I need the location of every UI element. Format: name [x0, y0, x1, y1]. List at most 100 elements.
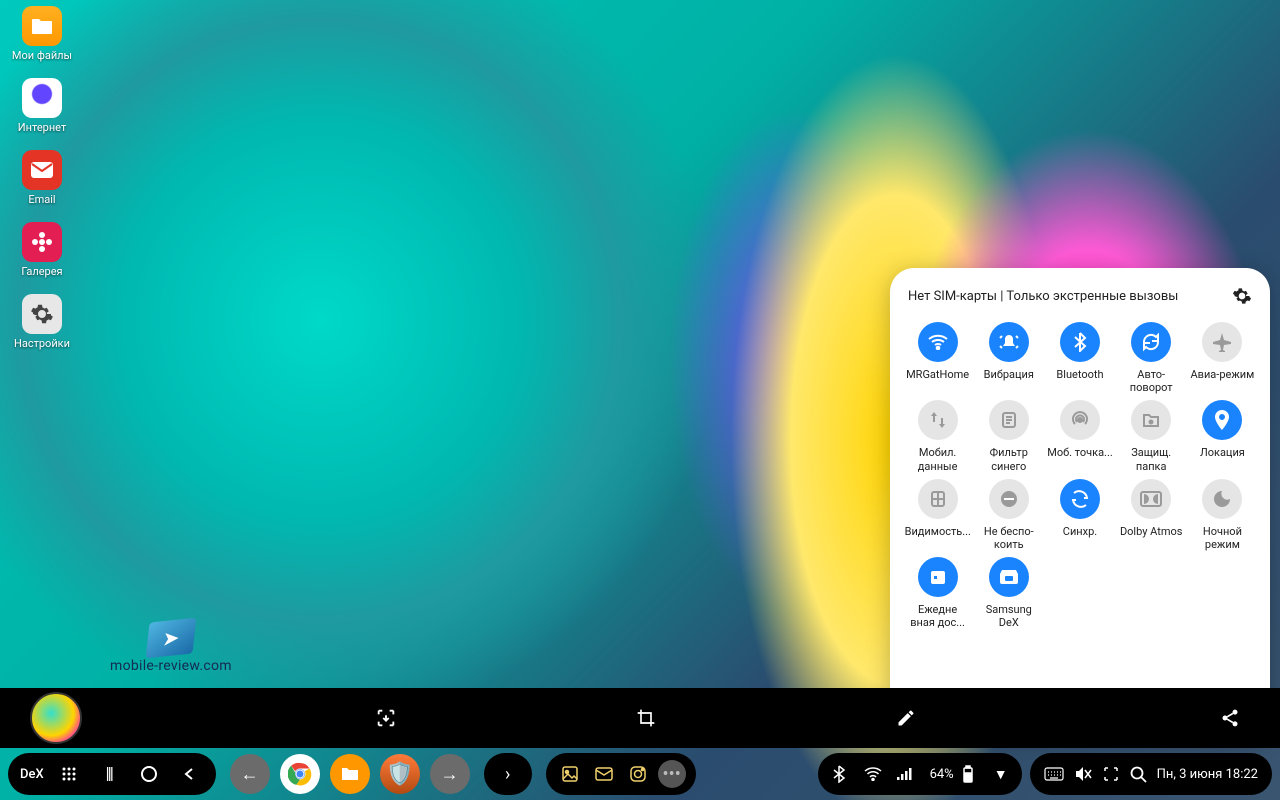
qs-tile-label: Фильтр синего [976, 446, 1042, 472]
taskbar-tray-pill: ••• [546, 753, 696, 795]
qs-tile-dolby[interactable]: Dolby Atmos [1118, 479, 1185, 551]
qs-tile-dnd[interactable]: Не беспо-коить [975, 479, 1042, 551]
qs-tile-bluefilter[interactable]: Фильтр синего [975, 400, 1042, 472]
rotate-icon [1131, 322, 1171, 362]
qs-tile-dex[interactable]: Samsung DeX [975, 557, 1042, 629]
qs-tile-secure[interactable]: Защищ. папка [1118, 400, 1185, 472]
recents-icon[interactable]: ||| [90, 755, 128, 793]
qs-tile-label: Защищ. папка [1118, 446, 1184, 472]
taskbar-app-game[interactable]: 🛡️ [380, 754, 420, 794]
chevron-right-icon[interactable]: › [494, 760, 522, 788]
qs-tile-label: Вибрация [984, 368, 1034, 394]
bluetooth-icon [832, 765, 858, 783]
taskbar-app-chrome[interactable] [280, 754, 320, 794]
secure-icon [1131, 400, 1171, 440]
qs-tile-rotate[interactable]: Авто-поворот [1118, 322, 1185, 394]
dolby-icon [1131, 479, 1171, 519]
search-icon[interactable] [1130, 766, 1147, 783]
bluetooth-icon [1060, 322, 1100, 362]
battery-text: 64% [930, 767, 954, 782]
taskbar-expand-cluster: › [484, 753, 532, 795]
bluefilter-icon [989, 400, 1029, 440]
qs-tile-sync[interactable]: Синхр. [1046, 479, 1113, 551]
apps-grid-icon[interactable] [50, 755, 88, 793]
screenshot-thumbnail[interactable] [30, 692, 82, 744]
qs-tile-wifi[interactable]: MRGatHome [904, 322, 971, 394]
sim-status-text: Нет SIM-карты | Только экстренные вызовы [908, 289, 1178, 304]
qs-tile-hotspot[interactable]: Моб. точка... [1046, 400, 1113, 472]
vibrate-icon [989, 322, 1029, 362]
desktop-icon-internet[interactable]: Интернет [6, 78, 78, 134]
watermark: ➤ mobile-review.com [110, 620, 232, 674]
qs-tile-bluetooth[interactable]: Bluetooth [1046, 322, 1113, 394]
desktop-icon-label: Настройки [14, 338, 70, 350]
visibility-icon [918, 479, 958, 519]
screenshot-icon[interactable] [1102, 765, 1120, 783]
battery-icon [962, 765, 988, 783]
qs-tile-night[interactable]: Ночной режим [1189, 479, 1256, 551]
scroll-capture-icon[interactable] [366, 698, 406, 738]
qs-tile-label: Локация [1200, 446, 1245, 472]
dnd-icon [989, 479, 1029, 519]
instagram-icon[interactable] [624, 760, 652, 788]
edit-pencil-icon[interactable] [886, 698, 926, 738]
qs-tile-vibrate[interactable]: Вибрация [975, 322, 1042, 394]
qs-tile-label: Мобил. данные [905, 446, 971, 472]
settings-gear-icon[interactable] [1232, 286, 1252, 306]
daily-icon [918, 557, 958, 597]
data-icon [918, 400, 958, 440]
airplane-icon [1202, 322, 1242, 362]
share-icon[interactable] [1210, 698, 1250, 738]
qs-tile-label: Не беспо-коить [976, 525, 1042, 551]
sync-icon [1060, 479, 1100, 519]
image-icon[interactable] [556, 760, 584, 788]
qs-tile-daily[interactable]: Ежедне вная дос... [904, 557, 971, 629]
desktop-icon-label: Мои файлы [12, 50, 72, 62]
taskbar-app-forward[interactable]: → [430, 754, 470, 794]
back-icon[interactable] [170, 755, 208, 793]
clock-pill[interactable]: Пн, 3 июня 18:22 [1030, 753, 1272, 795]
signal-icon [896, 767, 922, 781]
desktop-icon-files[interactable]: Мои файлы [6, 6, 78, 62]
desktop-icon-label: Интернет [18, 122, 66, 134]
taskbar-app-back[interactable]: ← [230, 754, 270, 794]
qs-tile-label: Ночной режим [1189, 525, 1255, 551]
qs-tile-visibility[interactable]: Видимость... [904, 479, 971, 551]
dex-label[interactable]: DeX [20, 767, 44, 782]
desktop-icon-label: Галерея [21, 266, 62, 278]
taskbar-apps: ← 🛡️ → [230, 754, 470, 794]
quick-settings-panel: Нет SIM-карты | Только экстренные вызовы… [890, 268, 1270, 740]
watermark-text: mobile-review.com [110, 658, 232, 674]
wifi-icon [864, 767, 890, 781]
qs-tile-label: Ежедне вная дос... [905, 603, 971, 629]
datetime-text: Пн, 3 июня 18:22 [1157, 767, 1258, 782]
location-icon [1202, 400, 1242, 440]
qs-tile-airplane[interactable]: Авиа-режим [1189, 322, 1256, 394]
quick-settings-grid: MRGatHome Вибрация BluetoothАвто-поворотАв… [904, 322, 1256, 630]
quick-settings-header: Нет SIM-карты | Только экстренные вызовы [904, 286, 1256, 312]
desktop-icon-email[interactable]: Email [6, 150, 78, 206]
night-icon [1202, 479, 1242, 519]
flower-icon [22, 222, 62, 262]
qs-tile-label: Samsung DeX [976, 603, 1042, 629]
qs-tile-data[interactable]: Мобил. данные [904, 400, 971, 472]
globe-icon [22, 78, 62, 118]
desktop-icon-gallery[interactable]: Галерея [6, 222, 78, 278]
taskbar-app-files[interactable] [330, 754, 370, 794]
status-pill[interactable]: 64% ▼ [818, 753, 1022, 795]
mail-icon[interactable] [590, 760, 618, 788]
desktop-icons: Мои файлы Интернет Email Галерея Настрой… [6, 6, 78, 350]
mute-icon[interactable] [1074, 766, 1092, 782]
qs-tile-label: Видимость... [905, 525, 971, 551]
folder-icon [22, 6, 62, 46]
crop-icon[interactable] [626, 698, 666, 738]
qs-tile-location[interactable]: Локация [1189, 400, 1256, 472]
home-icon[interactable] [130, 755, 168, 793]
keyboard-icon[interactable] [1044, 767, 1064, 781]
desktop-icon-settings[interactable]: Настройки [6, 294, 78, 350]
more-icon[interactable]: ••• [658, 760, 686, 788]
chevron-down-icon[interactable]: ▼ [994, 766, 1008, 783]
gear-icon [22, 294, 62, 334]
qs-tile-label: Синхр. [1063, 525, 1097, 551]
qs-tile-label: Авиа-режим [1190, 368, 1254, 394]
